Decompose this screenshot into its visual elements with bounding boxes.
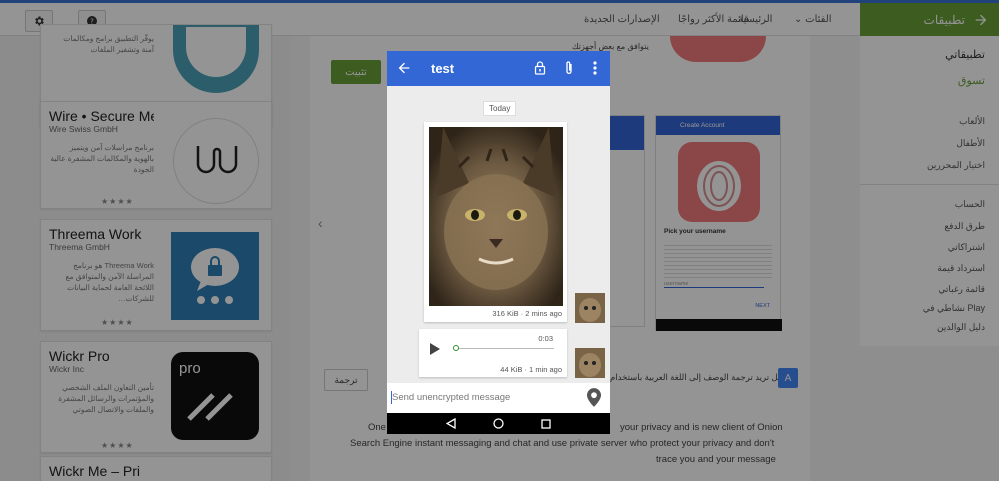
- sender-avatar[interactable]: [575, 348, 605, 378]
- audio-duration: 0:03: [538, 334, 553, 343]
- sender-avatar[interactable]: [575, 293, 605, 323]
- audio-message[interactable]: 0:03 44 KiB · 1 min ago: [419, 329, 567, 377]
- back-arrow-icon[interactable]: [396, 60, 412, 76]
- image-message-meta: 316 KiB · 2 mins ago: [492, 309, 562, 318]
- nav-home-icon[interactable]: [493, 418, 504, 429]
- image-message[interactable]: 316 KiB · 2 mins ago: [424, 122, 567, 322]
- audio-message-meta: 44 KiB · 1 min ago: [500, 365, 562, 374]
- chat-title: test: [431, 61, 455, 76]
- chat-app-bar: test: [387, 51, 610, 86]
- location-pin-icon[interactable]: [587, 388, 601, 407]
- lock-icon[interactable]: [534, 61, 546, 75]
- date-chip: Today: [483, 101, 517, 116]
- chat-screenshot: test Today 316 KiB · 2 mins ago 0:03 44 …: [387, 51, 610, 434]
- nav-back-icon[interactable]: [445, 418, 456, 429]
- nav-recents-icon[interactable]: [541, 418, 551, 429]
- cat-photo: [429, 127, 563, 306]
- message-input[interactable]: Send unencrypted message: [392, 392, 510, 403]
- play-icon[interactable]: [429, 342, 441, 356]
- attachment-icon[interactable]: [563, 60, 575, 76]
- audio-seek-thumb[interactable]: [453, 345, 459, 351]
- message-composer: Send unencrypted message: [387, 383, 610, 413]
- more-vert-icon[interactable]: [593, 61, 597, 75]
- android-nav-bar: [387, 413, 610, 434]
- audio-seekbar[interactable]: [456, 348, 554, 349]
